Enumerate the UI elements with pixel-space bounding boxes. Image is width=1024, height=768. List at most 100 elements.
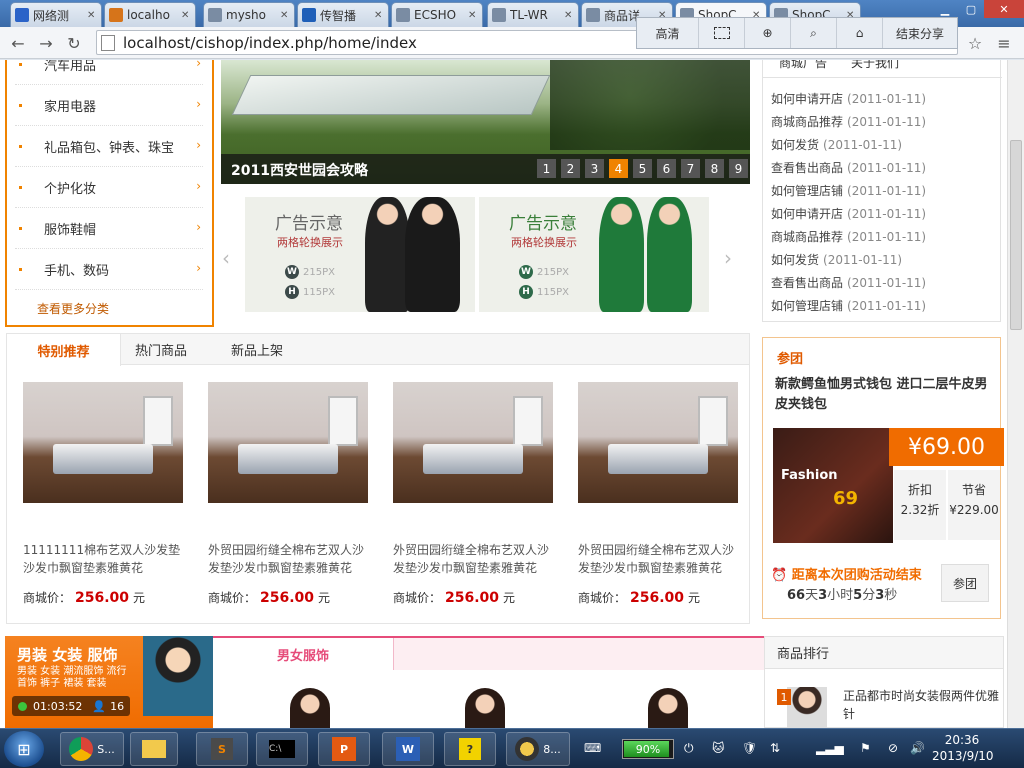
zoom-button[interactable]: ⌕ bbox=[791, 18, 837, 48]
group-buy-title[interactable]: 新款鳄鱼恤男式钱包 进口二层牛皮男皮夹钱包 bbox=[775, 375, 993, 415]
no-network-icon[interactable]: ⊘ bbox=[888, 741, 898, 755]
group-buy-image[interactable]: Fashion 69 bbox=[773, 428, 893, 543]
banner-page-2[interactable]: 2 bbox=[561, 159, 580, 178]
shield-icon[interactable]: 🛡 bbox=[742, 741, 757, 755]
product-name[interactable]: 11111111棉布艺双人沙发垫沙发巾飘窗垫素雅黄花 bbox=[23, 541, 188, 577]
browser-tab[interactable]: mysho ✕ bbox=[203, 2, 295, 27]
news-item[interactable]: 如何申请开店 (2011-01-11) bbox=[771, 90, 926, 107]
join-group-button[interactable]: 参团 bbox=[941, 564, 989, 602]
battery-indicator[interactable]: 90% bbox=[622, 739, 674, 759]
close-tab-icon[interactable]: ✕ bbox=[468, 10, 478, 21]
taskbar-word[interactable]: W bbox=[382, 732, 434, 766]
close-window-button[interactable]: ✕ bbox=[984, 0, 1024, 18]
close-tab-icon[interactable]: ✕ bbox=[374, 10, 384, 21]
browser-tab[interactable]: 传智播 ✕ bbox=[297, 2, 389, 27]
hd-button[interactable]: 高清 bbox=[637, 18, 699, 48]
browser-tab[interactable]: 网络测 ✕ bbox=[10, 2, 102, 27]
flag-icon[interactable]: ⚑ bbox=[860, 741, 871, 755]
banner-page-3[interactable]: 3 bbox=[585, 159, 604, 178]
ad-slot-2[interactable]: 广告示意 两格轮换展示 W 215PX H 115PX bbox=[479, 197, 709, 312]
browser-tab[interactable]: localho ✕ bbox=[104, 2, 196, 27]
tray-app-icon[interactable]: 🐱 bbox=[712, 741, 725, 755]
close-tab-icon[interactable]: ✕ bbox=[181, 10, 191, 21]
more-categories-link[interactable]: 查看更多分类 bbox=[37, 300, 109, 317]
product-thumbnail[interactable] bbox=[648, 688, 688, 728]
start-button[interactable]: ⊞ bbox=[4, 731, 44, 767]
taskbar-qq[interactable]: 8... bbox=[506, 732, 570, 766]
power-plug-icon[interactable]: ⏻ bbox=[684, 741, 694, 756]
product-thumbnail[interactable] bbox=[465, 688, 505, 728]
system-clock[interactable]: 20:36 2013/9/10 bbox=[932, 732, 994, 764]
tab-hot-products[interactable]: 热门商品 bbox=[121, 334, 201, 365]
banner-page-8[interactable]: 8 bbox=[705, 159, 724, 178]
maximize-button[interactable]: ▢ bbox=[958, 0, 984, 18]
news-item[interactable]: 商城商品推荐 (2011-01-11) bbox=[771, 228, 926, 245]
category-item[interactable]: 服饰鞋帽 › bbox=[15, 208, 203, 249]
product-name[interactable]: 外贸田园绗缝全棉布艺双人沙发垫沙发巾飘窗垫素雅黄花 bbox=[393, 541, 558, 577]
ad-prev-arrow-icon[interactable]: ‹ bbox=[222, 246, 230, 270]
taskbar-explorer[interactable] bbox=[130, 732, 178, 766]
forward-button[interactable]: → bbox=[34, 31, 58, 55]
product-name[interactable]: 外贸田园绗缝全棉布艺双人沙发垫沙发巾飘窗垫素雅黄花 bbox=[208, 541, 373, 577]
taskbar-chrome[interactable]: S... bbox=[60, 732, 124, 766]
taskbar-sublime[interactable]: S bbox=[196, 732, 248, 766]
news-item[interactable]: 如何发货 (2011-01-11) bbox=[771, 136, 902, 153]
banner-page-9[interactable]: 9 bbox=[729, 159, 748, 178]
news-item[interactable]: 如何发货 (2011-01-11) bbox=[771, 251, 902, 268]
ad-slot-1[interactable]: 广告示意 两格轮换展示 W 215PX H 115PX bbox=[245, 197, 475, 312]
news-item[interactable]: 如何申请开店 (2011-01-11) bbox=[771, 205, 926, 222]
news-item[interactable]: 查看售出商品 (2011-01-11) bbox=[771, 274, 926, 291]
product-card[interactable]: 11111111棉布艺双人沙发垫沙发巾飘窗垫素雅黄花 商城价： 256.00 元 bbox=[23, 382, 188, 606]
product-image[interactable] bbox=[208, 382, 368, 503]
product-image[interactable] bbox=[23, 382, 183, 503]
star-icon[interactable]: ☆ bbox=[963, 31, 987, 55]
taskbar-presentation[interactable]: P bbox=[318, 732, 370, 766]
tab-mens-womens-clothing[interactable]: 男女服饰 bbox=[213, 638, 394, 670]
browser-tab[interactable]: TL-WR ✕ bbox=[487, 2, 579, 27]
banner-page-6[interactable]: 6 bbox=[657, 159, 676, 178]
tab-about-us[interactable]: 关于我们 bbox=[851, 60, 899, 71]
news-item[interactable]: 如何管理店铺 (2011-01-11) bbox=[771, 182, 926, 199]
category-item[interactable]: 汽车用品 › bbox=[15, 60, 203, 85]
ranking-thumbnail[interactable] bbox=[787, 687, 827, 728]
news-item[interactable]: 商城商品推荐 (2011-01-11) bbox=[771, 113, 926, 130]
news-item[interactable]: 查看售出商品 (2011-01-11) bbox=[771, 159, 926, 176]
category-item[interactable]: 礼品箱包、钟表、珠宝 › bbox=[15, 126, 203, 167]
banner-page-4[interactable]: 4 bbox=[609, 159, 628, 178]
slideshow-banner[interactable]: 2011西安世园会攻略 123456789 bbox=[221, 60, 750, 184]
reload-button[interactable]: ↻ bbox=[62, 31, 86, 55]
close-tab-icon[interactable]: ✕ bbox=[87, 10, 97, 21]
minimize-button[interactable]: ▁ bbox=[932, 0, 958, 18]
category-item[interactable]: 手机、数码 › bbox=[15, 249, 203, 290]
close-tab-icon[interactable]: ✕ bbox=[564, 10, 574, 21]
news-item[interactable]: 如何管理店铺 (2011-01-11) bbox=[771, 297, 926, 314]
end-share-button[interactable]: 结束分享 bbox=[883, 18, 957, 48]
product-card[interactable]: 外贸田园绗缝全棉布艺双人沙发垫沙发巾飘窗垫素雅黄花 商城价： 256.00 元 bbox=[393, 382, 558, 606]
close-tab-icon[interactable]: ✕ bbox=[280, 10, 290, 21]
crosshair-button[interactable]: ⊕ bbox=[745, 18, 791, 48]
taskbar-help[interactable]: ? bbox=[444, 732, 496, 766]
banner-page-7[interactable]: 7 bbox=[681, 159, 700, 178]
category-item[interactable]: 家用电器 › bbox=[15, 85, 203, 126]
chrome-menu-icon[interactable]: ≡ bbox=[992, 31, 1016, 55]
volume-icon[interactable]: 🔊 bbox=[910, 741, 925, 755]
vertical-scrollbar[interactable] bbox=[1007, 60, 1024, 728]
region-select-button[interactable] bbox=[699, 18, 745, 48]
back-button[interactable]: ← bbox=[6, 31, 30, 55]
banner-page-5[interactable]: 5 bbox=[633, 159, 652, 178]
signal-icon[interactable]: ▂▃▅ bbox=[816, 741, 844, 755]
product-card[interactable]: 外贸田园绗缝全棉布艺双人沙发垫沙发巾飘窗垫素雅黄花 商城价： 256.00 元 bbox=[208, 382, 373, 606]
product-card[interactable]: 外贸田园绗缝全棉布艺双人沙发垫沙发巾飘窗垫素雅黄花 商城价： 256.00 元 bbox=[578, 382, 743, 606]
tab-special-recommend[interactable]: 特别推荐 bbox=[7, 334, 121, 366]
scrollbar-thumb[interactable] bbox=[1010, 140, 1022, 330]
network-icon[interactable]: ⇅ bbox=[770, 741, 780, 755]
product-image[interactable] bbox=[393, 382, 553, 503]
banner-page-1[interactable]: 1 bbox=[537, 159, 556, 178]
product-thumbnail[interactable] bbox=[290, 688, 330, 728]
home-button[interactable]: ⌂ bbox=[837, 18, 883, 48]
taskbar-terminal[interactable]: C:\ bbox=[256, 732, 308, 766]
tab-mall-ads[interactable]: 商城广告 bbox=[779, 60, 827, 71]
product-name[interactable]: 外贸田园绗缝全棉布艺双人沙发垫沙发巾飘窗垫素雅黄花 bbox=[578, 541, 743, 577]
category-item[interactable]: 个护化妆 › bbox=[15, 167, 203, 208]
ad-next-arrow-icon[interactable]: › bbox=[724, 246, 732, 270]
